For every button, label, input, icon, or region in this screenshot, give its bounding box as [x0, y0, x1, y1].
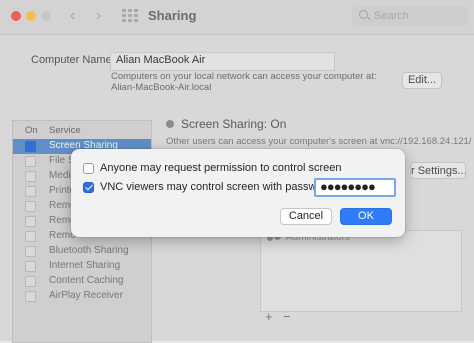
service-row-bluetooth-sharing[interactable]: Bluetooth Sharing — [13, 244, 151, 259]
request-permission-checkbox[interactable] — [83, 163, 94, 174]
edit-button[interactable]: Edit... — [402, 72, 442, 89]
ok-button[interactable]: OK — [340, 208, 392, 225]
service-label: Internet Sharing — [49, 260, 121, 271]
service-checkbox[interactable] — [25, 291, 36, 302]
cancel-button[interactable]: Cancel — [280, 208, 332, 225]
service-checkbox[interactable] — [25, 246, 36, 257]
service-label: Content Caching — [49, 275, 124, 286]
service-label: AirPlay Receiver — [49, 290, 123, 301]
computer-name-label: Computer Name: — [31, 54, 115, 66]
service-checkbox[interactable] — [25, 261, 36, 272]
service-checkbox[interactable] — [25, 201, 36, 212]
header-on: On — [25, 125, 38, 136]
allowed-users-list: Administrators — [260, 230, 462, 312]
service-row-content-caching[interactable]: Content Caching — [13, 274, 151, 289]
header-service: Service — [49, 125, 81, 136]
search-field[interactable] — [352, 6, 468, 26]
show-all-grid-icon[interactable] — [122, 9, 138, 23]
service-checkbox[interactable] — [25, 156, 36, 167]
forward-chevron-icon[interactable]: › — [96, 7, 101, 25]
back-chevron-icon[interactable]: ‹ — [70, 7, 75, 25]
window-title: Sharing — [148, 8, 197, 23]
status-indicator-icon — [166, 120, 174, 128]
service-checkbox[interactable] — [25, 216, 36, 227]
service-checkbox[interactable] — [25, 231, 36, 242]
service-checkbox[interactable] — [25, 171, 36, 182]
service-checkbox[interactable] — [25, 186, 36, 197]
service-checkbox[interactable] — [25, 141, 36, 152]
vnc-password-label: VNC viewers may control screen with pass… — [100, 181, 336, 193]
hint-line-2: Alian-MacBook-Air.local — [111, 82, 212, 93]
vnc-password-field[interactable]: ●●●●●●●● — [314, 178, 396, 197]
vnc-password-checkbox[interactable] — [83, 182, 94, 193]
screen-sharing-description: Other users can access your computer's s… — [166, 136, 474, 147]
computer-name-field[interactable]: Alian MacBook Air — [110, 52, 335, 71]
computer-settings-button[interactable]: r Settings... — [410, 162, 466, 179]
computer-settings-dialog: Anyone may request permission to control… — [71, 149, 405, 237]
service-label: Bluetooth Sharing — [49, 245, 129, 256]
zoom-button[interactable] — [41, 11, 51, 21]
remove-user-button[interactable]: − — [283, 309, 291, 324]
request-permission-label: Anyone may request permission to control… — [100, 162, 342, 174]
service-row-internet-sharing[interactable]: Internet Sharing — [13, 259, 151, 274]
close-button[interactable] — [11, 11, 21, 21]
add-user-button[interactable]: + — [265, 309, 273, 324]
minimize-button[interactable] — [26, 11, 36, 21]
service-checkbox[interactable] — [25, 276, 36, 287]
search-icon — [359, 10, 368, 19]
computer-name-hint: Computers on your local network can acce… — [111, 71, 377, 93]
screen-sharing-status: Screen Sharing: On — [181, 117, 287, 131]
service-label: Medi — [49, 170, 71, 181]
services-header: On Service — [13, 121, 151, 140]
search-input[interactable] — [374, 8, 462, 24]
hint-line-1: Computers on your local network can acce… — [111, 71, 377, 82]
title-bar: ‹ › Sharing — [0, 0, 474, 35]
service-row-airplay-receiver[interactable]: AirPlay Receiver — [13, 289, 151, 304]
